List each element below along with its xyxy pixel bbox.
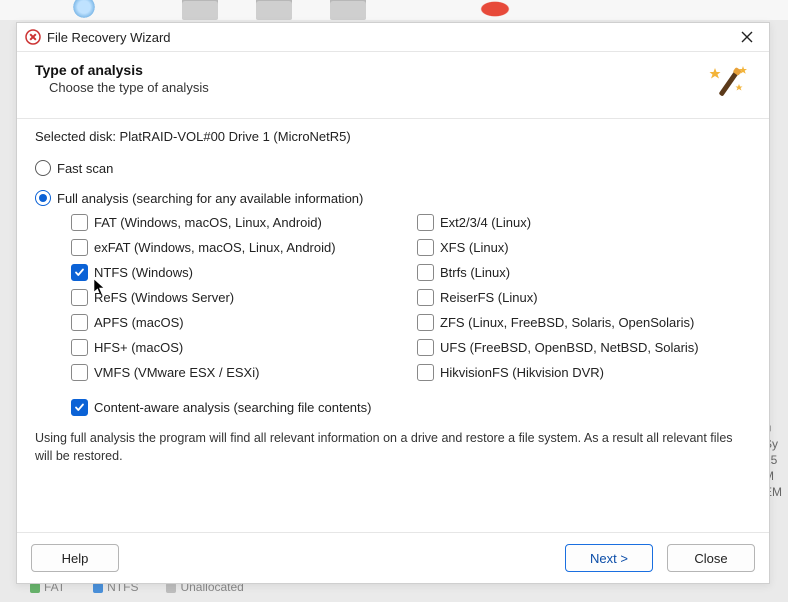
fs-label: NTFS (Windows) [94, 265, 193, 280]
filesystem-grid: FAT (Windows, macOS, Linux, Android) Ext2… [71, 214, 731, 381]
checkbox-icon [71, 364, 88, 381]
fs-label: FAT (Windows, macOS, Linux, Android) [94, 215, 322, 230]
fs-checkbox-reiserfs[interactable]: ReiserFS (Linux) [417, 289, 731, 306]
radio-icon [35, 190, 51, 206]
background-drive-icon [182, 0, 218, 20]
fs-checkbox-ufs[interactable]: UFS (FreeBSD, OpenBSD, NetBSD, Solaris) [417, 339, 731, 356]
fs-checkbox-apfs[interactable]: APFS (macOS) [71, 314, 385, 331]
file-recovery-wizard-dialog: File Recovery Wizard Type of analysis Ch… [16, 22, 770, 584]
fs-label: HikvisionFS (Hikvision DVR) [440, 365, 604, 380]
page-title: Type of analysis [35, 62, 209, 78]
fs-checkbox-hfs[interactable]: HFS+ (macOS) [71, 339, 385, 356]
titlebar: File Recovery Wizard [17, 23, 769, 52]
selected-disk-label: Selected disk: PlatRAID-VOL#00 Drive 1 (… [35, 129, 751, 144]
fs-label: HFS+ (macOS) [94, 340, 183, 355]
fs-checkbox-btrfs[interactable]: Btrfs (Linux) [417, 264, 731, 281]
fs-label: ReiserFS (Linux) [440, 290, 538, 305]
checkbox-icon [417, 364, 434, 381]
checkbox-icon [71, 214, 88, 231]
fs-checkbox-ntfs[interactable]: NTFS (Windows) [71, 264, 385, 281]
content-aware-checkbox[interactable]: Content-aware analysis (searching file c… [71, 399, 751, 416]
fs-checkbox-ext[interactable]: Ext2/3/4 (Linux) [417, 214, 731, 231]
checkbox-icon [71, 399, 88, 416]
dialog-body: Selected disk: PlatRAID-VOL#00 Drive 1 (… [17, 118, 769, 533]
fs-label: ZFS (Linux, FreeBSD, Solaris, OpenSolari… [440, 315, 694, 330]
background-toolbar [0, 0, 788, 20]
fs-label: UFS (FreeBSD, OpenBSD, NetBSD, Solaris) [440, 340, 699, 355]
checkbox-icon [71, 339, 88, 356]
fs-label: VMFS (VMware ESX / ESXi) [94, 365, 259, 380]
close-button[interactable] [731, 25, 763, 49]
fs-checkbox-xfs[interactable]: XFS (Linux) [417, 239, 731, 256]
fast-scan-radio[interactable]: Fast scan [35, 160, 751, 176]
info-text: Using full analysis the program will fin… [35, 430, 751, 465]
checkbox-icon [417, 314, 434, 331]
content-aware-label: Content-aware analysis (searching file c… [94, 400, 371, 415]
close-icon [741, 31, 753, 43]
checkbox-icon [71, 289, 88, 306]
fs-label: Btrfs (Linux) [440, 265, 510, 280]
app-icon [25, 29, 41, 45]
dialog-footer: Help Next > Close [17, 533, 769, 583]
fs-label: XFS (Linux) [440, 240, 509, 255]
page-subtitle: Choose the type of analysis [49, 80, 209, 95]
checkbox-icon [71, 264, 88, 281]
checkbox-icon [417, 264, 434, 281]
fs-checkbox-vmfs[interactable]: VMFS (VMware ESX / ESXi) [71, 364, 385, 381]
checkbox-icon [417, 289, 434, 306]
fs-checkbox-hikvision[interactable]: HikvisionFS (Hikvision DVR) [417, 364, 731, 381]
fs-label: APFS (macOS) [94, 315, 184, 330]
checkbox-icon [71, 314, 88, 331]
close-dialog-button[interactable]: Close [667, 544, 755, 572]
full-analysis-label: Full analysis (searching for any availab… [57, 191, 363, 206]
fast-scan-label: Fast scan [57, 161, 113, 176]
fs-label: exFAT (Windows, macOS, Linux, Android) [94, 240, 336, 255]
dialog-header: Type of analysis Choose the type of anal… [17, 52, 769, 118]
background-drive-icon [256, 0, 292, 20]
window-title: File Recovery Wizard [47, 30, 731, 45]
fs-label: ReFS (Windows Server) [94, 290, 234, 305]
wizard-wand-icon [707, 62, 751, 106]
background-drive-icon [330, 0, 366, 20]
background-help-icon [478, 0, 512, 18]
fs-checkbox-exfat[interactable]: exFAT (Windows, macOS, Linux, Android) [71, 239, 385, 256]
full-analysis-radio[interactable]: Full analysis (searching for any availab… [35, 190, 751, 206]
checkbox-icon [417, 214, 434, 231]
fs-checkbox-zfs[interactable]: ZFS (Linux, FreeBSD, Solaris, OpenSolari… [417, 314, 731, 331]
help-button[interactable]: Help [31, 544, 119, 572]
fs-label: Ext2/3/4 (Linux) [440, 215, 531, 230]
radio-icon [35, 160, 51, 176]
fs-checkbox-fat[interactable]: FAT (Windows, macOS, Linux, Android) [71, 214, 385, 231]
checkbox-icon [417, 339, 434, 356]
next-button[interactable]: Next > [565, 544, 653, 572]
checkbox-icon [417, 239, 434, 256]
fs-checkbox-refs[interactable]: ReFS (Windows Server) [71, 289, 385, 306]
checkbox-icon [71, 239, 88, 256]
